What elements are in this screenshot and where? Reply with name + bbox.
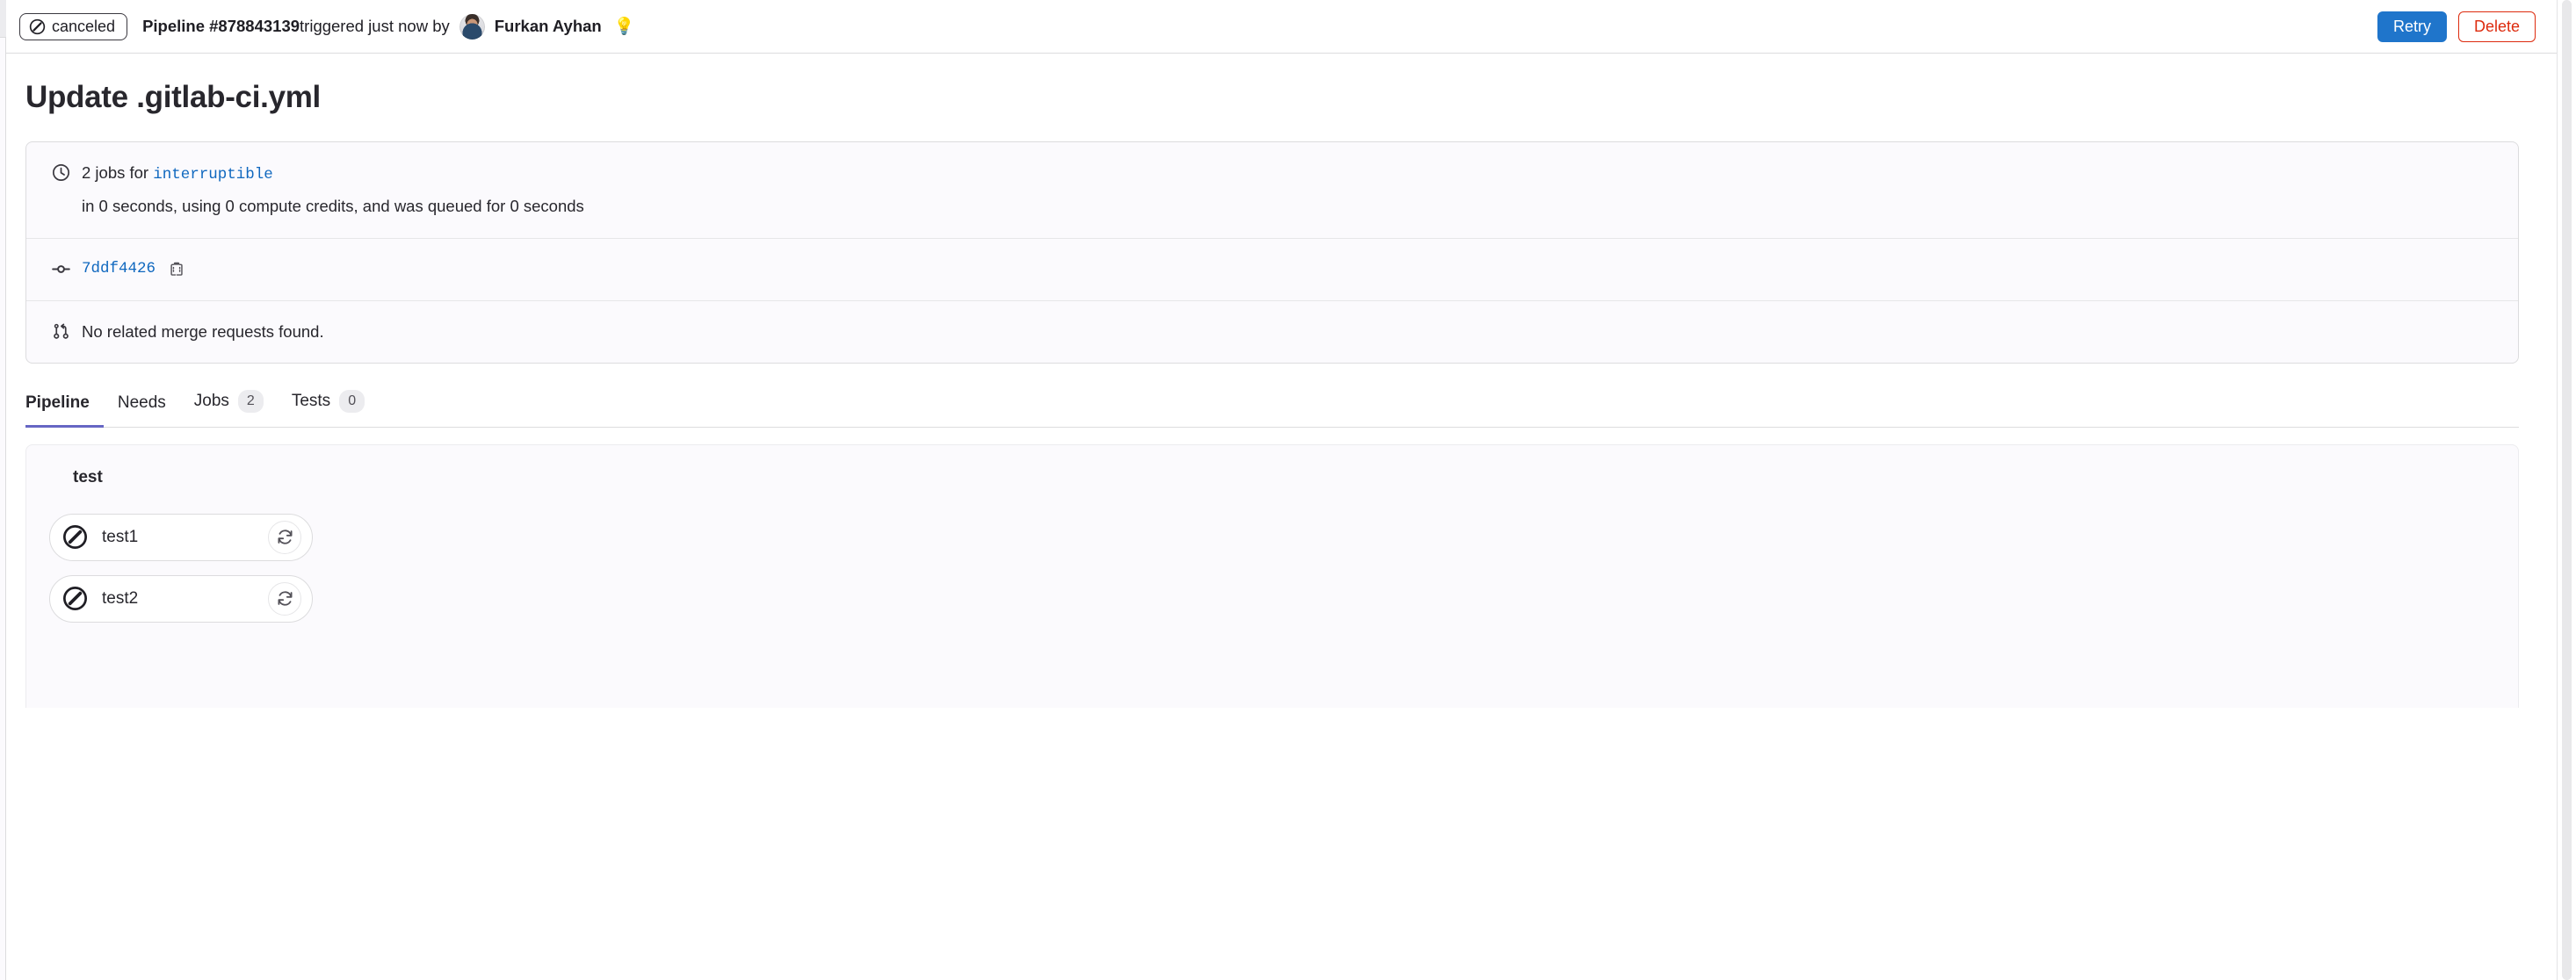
merge-request-icon xyxy=(47,321,74,341)
tab-label: Needs xyxy=(117,393,166,412)
retry-button[interactable]: Retry xyxy=(2377,11,2447,42)
cancel-icon xyxy=(29,18,46,35)
copy-to-clipboard-icon[interactable] xyxy=(167,260,186,279)
jobs-line: 2 jobs for interruptible xyxy=(82,162,584,186)
app-viewport: canceled Pipeline #878843139 triggered j… xyxy=(0,0,2576,980)
status-badge: canceled xyxy=(19,12,128,40)
pipeline-graph: test test1 test2 xyxy=(25,443,2519,708)
tab-tests-count: 0 xyxy=(339,390,365,413)
ref-link[interactable]: interruptible xyxy=(153,166,273,184)
duration-line: in 0 seconds, using 0 compute credits, a… xyxy=(82,197,584,216)
scrollbar-thumb[interactable] xyxy=(2562,0,2572,980)
tab-jobs[interactable]: Jobs 2 xyxy=(180,390,278,428)
user-name-link[interactable]: Furkan Ayhan xyxy=(495,17,602,36)
canceled-icon xyxy=(62,524,88,550)
stage-name: test xyxy=(73,467,103,486)
commit-sha-group: 7ddf4426 xyxy=(74,258,186,280)
job-pill-test1[interactable]: test1 xyxy=(49,513,313,561)
triggered-text: triggered just now by xyxy=(300,17,450,35)
pipeline-trigger-info: Pipeline #878843139 triggered just now b… xyxy=(142,13,635,40)
merge-requests-text: No related merge requests found. xyxy=(82,321,324,341)
tab-label: Jobs xyxy=(193,392,229,411)
retry-icon[interactable] xyxy=(268,581,301,616)
tab-pipeline[interactable]: Pipeline xyxy=(25,393,104,428)
tab-tests[interactable]: Tests 0 xyxy=(278,390,379,428)
tab-jobs-count: 2 xyxy=(237,390,264,413)
retry-icon[interactable] xyxy=(268,520,301,554)
jobs-count-text: 2 jobs for xyxy=(82,163,154,182)
lightbulb-icon: 💡 xyxy=(613,17,635,36)
pipeline-info-card: 2 jobs for interruptible in 0 seconds, u… xyxy=(25,141,2519,364)
main-content-column: canceled Pipeline #878843139 triggered j… xyxy=(6,0,2557,980)
page-scrollbar[interactable] xyxy=(2557,0,2576,980)
avatar[interactable] xyxy=(459,13,485,40)
pipeline-tabs: Pipeline Needs Jobs 2 Tests 0 xyxy=(25,390,2519,428)
merge-requests-row: No related merge requests found. xyxy=(26,299,2518,364)
job-name: test2 xyxy=(102,588,139,608)
clock-icon xyxy=(47,162,74,182)
tab-label: Tests xyxy=(291,392,331,411)
status-badge-label: canceled xyxy=(52,18,116,35)
canceled-icon xyxy=(62,586,88,611)
header-actions: Retry Delete xyxy=(2377,11,2536,42)
jobs-summary-row: 2 jobs for interruptible in 0 seconds, u… xyxy=(26,142,2518,238)
job-name: test1 xyxy=(102,527,139,546)
pipeline-id-label: Pipeline #878843139 xyxy=(142,17,300,35)
job-pill-test2[interactable]: test2 xyxy=(49,574,313,623)
commit-sha-link[interactable]: 7ddf4426 xyxy=(82,258,156,280)
commit-icon xyxy=(47,258,74,278)
page-title: Update .gitlab-ci.yml xyxy=(25,80,321,114)
tab-needs[interactable]: Needs xyxy=(104,393,180,428)
collapsed-sidebar-edge[interactable] xyxy=(0,0,6,980)
pipeline-stage-column: test test1 test2 xyxy=(26,468,316,623)
tab-label: Pipeline xyxy=(25,393,90,412)
jobs-summary-text: 2 jobs for interruptible in 0 seconds, u… xyxy=(74,162,584,219)
commit-row: 7ddf4426 xyxy=(26,238,2518,299)
delete-button[interactable]: Delete xyxy=(2457,11,2536,42)
pipeline-header-bar: canceled Pipeline #878843139 triggered j… xyxy=(6,0,2557,54)
